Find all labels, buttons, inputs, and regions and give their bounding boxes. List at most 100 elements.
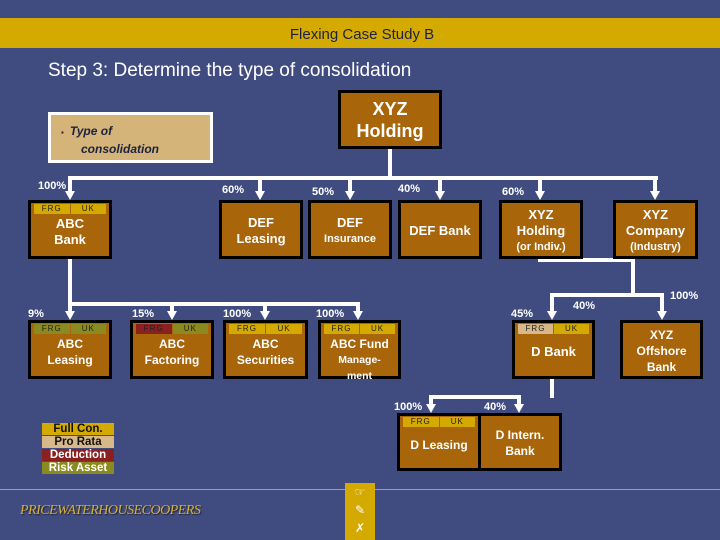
- entity-abc-bank: FRG UK ABC Bank: [28, 200, 112, 259]
- arrow-head-icon: [535, 191, 545, 200]
- entity-name-line: Securities: [236, 353, 295, 367]
- tag-frg: FRG: [136, 324, 172, 334]
- entity-xyz-holding-indiv: XYZ Holding (or Indiv.): [499, 200, 583, 259]
- entity-name: XYZ Company (Industry): [626, 207, 685, 255]
- entity-name-line: Holding: [516, 222, 566, 238]
- entity-name-line: (or Indiv.): [516, 240, 566, 253]
- entity-abc-factoring: FRG UK ABC Factoring: [130, 320, 214, 379]
- root-xyz-holding: XYZ Holding: [338, 90, 442, 149]
- connector-line: [68, 258, 72, 305]
- entity-name-line: Offshore: [636, 343, 687, 358]
- entity-name-line: ABC: [158, 337, 185, 351]
- tag-uk: UK: [70, 204, 106, 214]
- connector-line: [660, 297, 664, 311]
- entity-name: ABC Securities: [237, 336, 294, 368]
- entity-name-line: Company: [625, 222, 686, 238]
- entity-name-line: XYZ: [528, 206, 554, 222]
- entity-name: D Leasing: [410, 437, 467, 453]
- consolidation-tags: FRG UK: [518, 324, 589, 334]
- note-line2: consolidation: [81, 142, 159, 156]
- entity-name-line: (Industry): [630, 240, 681, 253]
- nav-panel: ☞ ✎ ✗: [345, 483, 375, 540]
- entity-name: ABC Factoring: [145, 336, 200, 368]
- entity-name-line: DEF Bank: [409, 222, 471, 238]
- entity-name-line: ABC Fund: [330, 337, 389, 351]
- consolidation-tags: FRG UK: [324, 324, 395, 334]
- entity-name-line: Manage-: [338, 354, 381, 366]
- connector-line: [348, 180, 352, 191]
- entity-name: D Intern. Bank: [496, 427, 545, 459]
- ownership-percent: 15%: [132, 308, 155, 320]
- tag-uk: UK: [266, 324, 302, 334]
- entity-name: ABC Leasing: [47, 336, 92, 368]
- entity-abc-securities: FRG UK ABC Securities: [223, 320, 308, 379]
- connector-line: [538, 180, 542, 191]
- entity-name-line: Bank: [54, 232, 86, 247]
- ownership-percent: 9%: [28, 308, 44, 320]
- ownership-percent: 100%: [670, 290, 699, 302]
- pointing-hand-icon[interactable]: ☞: [355, 483, 366, 501]
- connector-line: [631, 258, 635, 296]
- connector-line: [258, 180, 262, 191]
- entity-name-line: Factoring: [144, 353, 200, 367]
- entity-name-line: D Leasing: [410, 438, 468, 452]
- entity-d-leasing: FRG UK D Leasing: [397, 413, 481, 471]
- arrow-head-icon: [167, 311, 177, 320]
- slide: Flexing Case Study B Step 3: Determine t…: [0, 0, 720, 540]
- connector-line: [429, 395, 521, 399]
- entity-name-line: ABC: [252, 337, 279, 351]
- entity-name-line: Leasing: [47, 353, 93, 367]
- entity-name: ABC Fund Manage-ment: [330, 336, 389, 384]
- entity-name: XYZ Holding (or Indiv.): [516, 207, 565, 255]
- tag-frg: FRG: [518, 324, 553, 334]
- ownership-percent: 100%: [223, 308, 252, 320]
- tag-uk: UK: [554, 324, 589, 334]
- arrow-head-icon: [255, 191, 265, 200]
- entity-name: DEF Insurance: [324, 215, 376, 247]
- close-icon[interactable]: ✗: [355, 519, 365, 537]
- entity-abc-fund: FRG UK ABC Fund Manage-ment: [318, 320, 401, 382]
- type-of-consolidation-note: ▪ Type of consolidation: [48, 112, 213, 163]
- tag-uk: UK: [172, 324, 208, 334]
- connector-line: [550, 293, 664, 297]
- entity-def-bank: DEF Bank: [398, 200, 482, 259]
- legend-item: Pro Rata: [42, 436, 114, 448]
- connector-line: [438, 180, 442, 191]
- entity-def-leasing: DEF Leasing: [219, 200, 303, 259]
- legend-item: Full Con.: [42, 423, 114, 435]
- entity-name-line: DEF: [248, 214, 274, 230]
- arrow-head-icon: [65, 311, 75, 320]
- legend-item: Deduction: [42, 449, 114, 461]
- arrow-head-icon: [65, 191, 75, 200]
- entity-name-line: Bank: [646, 359, 677, 374]
- entity-name: DEF Bank: [409, 223, 470, 239]
- arrow-head-icon: [547, 311, 557, 320]
- arrow-head-icon: [657, 311, 667, 320]
- arrow-head-icon: [650, 191, 660, 200]
- tag-uk: UK: [70, 324, 106, 334]
- pencil-icon[interactable]: ✎: [355, 501, 365, 519]
- arrow-head-icon: [260, 311, 270, 320]
- consolidation-tags: FRG UK: [136, 324, 208, 334]
- arrow-head-icon: [345, 191, 355, 200]
- arrow-head-icon: [426, 404, 436, 413]
- connector-line: [550, 378, 554, 398]
- connector-line: [388, 149, 392, 179]
- entity-d-bank: FRG UK D Bank: [512, 320, 595, 379]
- tag-frg: FRG: [229, 324, 265, 334]
- root-line1: XYZ: [372, 98, 408, 119]
- entity-name-line: D Intern.: [495, 428, 545, 442]
- consolidation-tags: FRG UK: [34, 204, 106, 214]
- tag-frg: FRG: [403, 417, 439, 427]
- entity-name-line: DEF: [337, 214, 363, 230]
- ownership-percent: 60%: [222, 184, 245, 196]
- connector-line: [550, 297, 554, 311]
- entity-name-line: ment: [346, 370, 373, 382]
- entity-name: DEF Leasing: [236, 215, 285, 247]
- tag-uk: UK: [360, 324, 395, 334]
- ownership-percent: 100%: [316, 308, 345, 320]
- consolidation-tags: FRG UK: [34, 324, 106, 334]
- ownership-percent: 60%: [502, 186, 525, 198]
- ownership-percent: 40%: [398, 183, 421, 195]
- tag-frg: FRG: [34, 324, 70, 334]
